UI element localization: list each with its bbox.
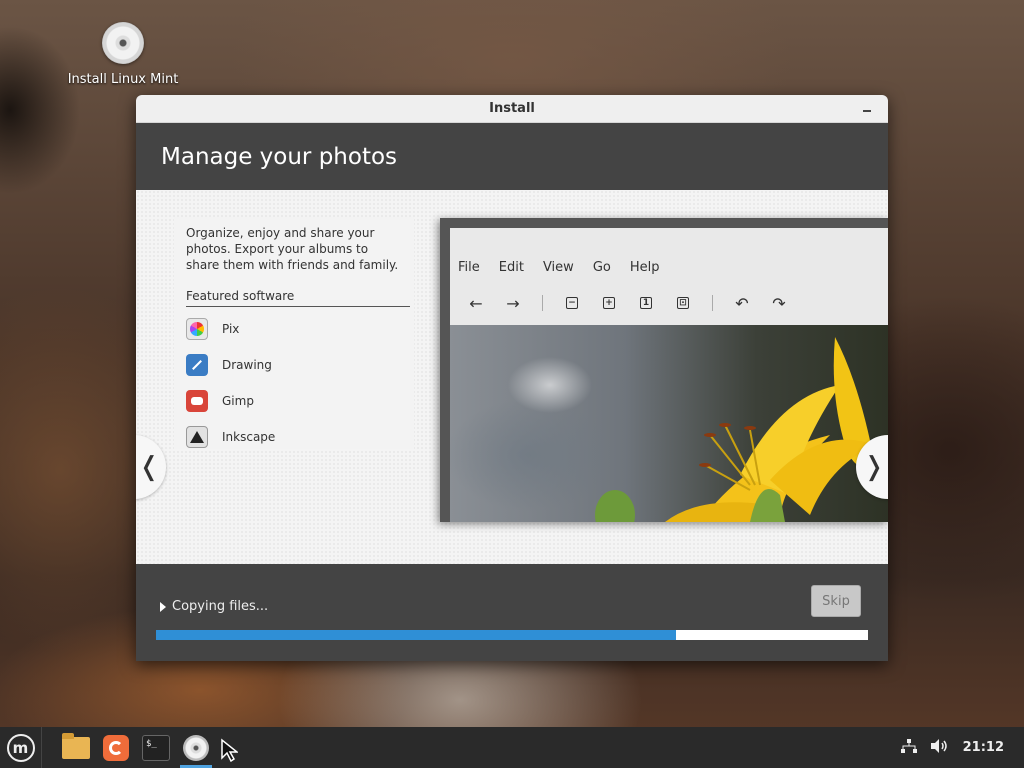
install-status-area: Copying files... Skip	[136, 564, 888, 661]
drawing-icon	[186, 354, 208, 376]
linux-mint-logo-icon: m	[6, 733, 35, 762]
software-list: Pix Drawing Gimp Inkscape	[186, 311, 414, 455]
zoom-out-icon: −	[560, 291, 584, 315]
gimp-icon	[186, 390, 208, 412]
rotate-right-icon: ↷	[772, 293, 786, 313]
taskbar: m $_ 21:12	[0, 727, 1024, 768]
featured-software-label: Featured software	[186, 289, 410, 307]
slide-header: Manage your photos	[136, 123, 888, 190]
menu-help: Help	[629, 259, 660, 275]
progress-bar-fill	[156, 630, 676, 640]
inkscape-icon	[186, 426, 208, 448]
mouse-cursor-icon	[221, 738, 238, 762]
clock[interactable]: 21:12	[963, 740, 1004, 755]
progress-label: Copying files...	[172, 599, 269, 614]
toolbar-separator	[712, 295, 713, 311]
window-title: Install	[489, 101, 535, 116]
firefox-icon	[103, 734, 129, 761]
software-label: Drawing	[222, 358, 272, 372]
expander-arrow-icon	[160, 601, 166, 612]
menu-file: File	[458, 259, 480, 275]
chevron-right-icon: ❭	[863, 452, 885, 482]
software-label: Gimp	[222, 394, 254, 408]
software-label: Pix	[222, 322, 240, 336]
pix-icon	[186, 318, 208, 340]
slide-content: Organize, enjoy and share your photos. E…	[136, 190, 888, 564]
progress-bar	[156, 630, 868, 640]
desktop-icon-install-linux-mint[interactable]: Install Linux Mint	[64, 22, 182, 87]
slide-description: Organize, enjoy and share your photos. E…	[186, 226, 399, 272]
zoom-in-icon: +	[597, 291, 621, 315]
screenshot-app-window: File Edit View Go Help ← → − + 1 ⊡ ↶ ↷	[450, 228, 888, 522]
lily-flower-illustration	[595, 337, 875, 522]
taskbar-firefox-button[interactable]	[96, 727, 136, 768]
menu-edit: Edit	[498, 259, 524, 275]
back-arrow-icon: ←	[469, 293, 483, 313]
info-panel: Organize, enjoy and share your photos. E…	[174, 217, 414, 449]
skip-button[interactable]: Skip	[811, 585, 861, 617]
forward-arrow-icon: →	[506, 293, 520, 313]
rotate-left-icon: ↶	[735, 293, 749, 313]
window-titlebar[interactable]: Install	[136, 95, 888, 123]
toolbar-separator	[542, 295, 543, 311]
installer-disc-icon	[183, 734, 209, 761]
previous-slide-button[interactable]: ❬	[136, 435, 166, 499]
minimize-icon	[863, 110, 871, 112]
taskbar-files-button[interactable]	[56, 727, 96, 768]
menu-view: View	[542, 259, 574, 275]
taskbar-installer-button[interactable]	[176, 727, 216, 768]
progress-details-toggle[interactable]: Copying files...	[160, 599, 268, 614]
system-tray: 21:12	[900, 738, 1024, 757]
lily-photo	[450, 325, 888, 522]
volume-icon[interactable]	[930, 738, 949, 757]
minimize-button[interactable]	[860, 101, 874, 115]
slide-screenshot: File Edit View Go Help ← → − + 1 ⊡ ↶ ↷	[440, 218, 888, 522]
disc-icon	[102, 22, 144, 64]
menu-go: Go	[592, 259, 611, 275]
desktop-icon-label: Install Linux Mint	[67, 72, 179, 87]
software-label: Inkscape	[222, 430, 276, 444]
network-icon[interactable]	[900, 738, 917, 757]
software-item-inkscape: Inkscape	[186, 419, 414, 455]
taskbar-terminal-button[interactable]: $_	[136, 727, 176, 768]
slide-heading: Manage your photos	[161, 143, 398, 170]
installer-window: Install Manage your photos Organize, enj…	[136, 95, 888, 661]
terminal-icon: $_	[142, 734, 170, 761]
software-item-pix: Pix	[186, 311, 414, 347]
start-menu-button[interactable]: m	[0, 727, 42, 768]
files-icon	[62, 732, 90, 759]
software-item-drawing: Drawing	[186, 347, 414, 383]
zoom-fit-icon: ⊡	[671, 291, 695, 315]
zoom-normal-icon: 1	[634, 291, 658, 315]
screenshot-menubar: File Edit View Go Help	[450, 251, 888, 283]
chevron-left-icon: ❬	[138, 452, 160, 482]
screenshot-toolbar: ← → − + 1 ⊡ ↶ ↷	[450, 283, 888, 323]
software-item-gimp: Gimp	[186, 383, 414, 419]
